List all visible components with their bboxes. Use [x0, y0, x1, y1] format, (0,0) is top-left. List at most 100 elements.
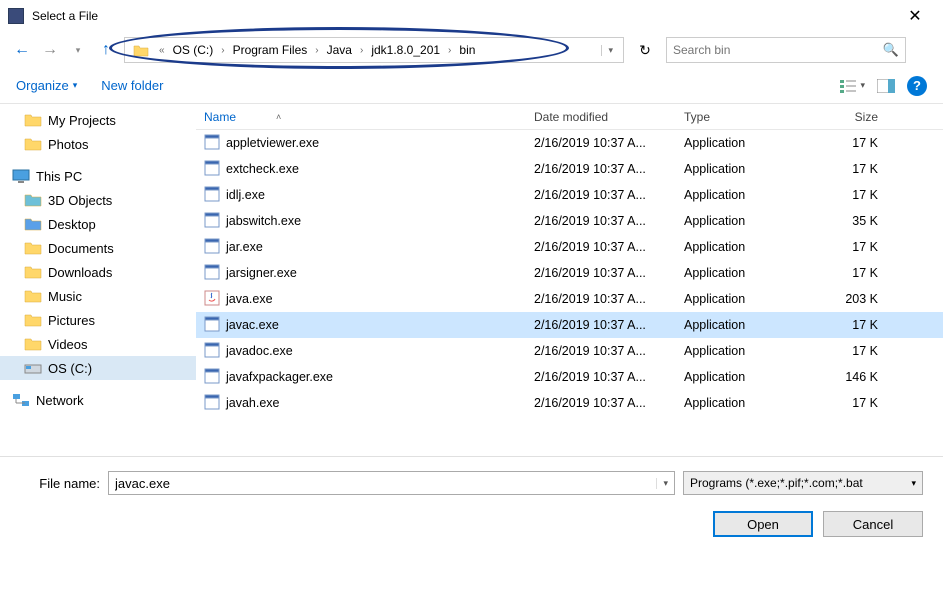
sidebar-item[interactable]: My Projects: [0, 108, 196, 132]
sidebar[interactable]: My Projects Photos This PC 3D Objects Deskto…: [0, 104, 196, 456]
sidebar-item[interactable]: Desktop: [0, 212, 196, 236]
file-date: 2/16/2019 10:37 A...: [526, 292, 676, 306]
file-row[interactable]: javah.exe 2/16/2019 10:37 A... Applicati…: [196, 390, 943, 416]
file-row[interactable]: jabswitch.exe 2/16/2019 10:37 A... Appli…: [196, 208, 943, 234]
view-options-button[interactable]: ▾: [840, 79, 865, 93]
file-date: 2/16/2019 10:37 A...: [526, 214, 676, 228]
titlebar: Select a File ✕: [0, 0, 943, 32]
address-dropdown[interactable]: ▾: [601, 45, 619, 56]
sidebar-item[interactable]: Photos: [0, 132, 196, 156]
file-row[interactable]: javac.exe 2/16/2019 10:37 A... Applicati…: [196, 312, 943, 338]
file-date: 2/16/2019 10:37 A...: [526, 240, 676, 254]
file-type: Application: [676, 188, 816, 202]
sidebar-item-label: Desktop: [48, 217, 96, 232]
window-title: Select a File: [32, 9, 895, 23]
app-icon: [8, 8, 24, 24]
file-icon: [204, 264, 220, 283]
sidebar-network[interactable]: Network: [0, 388, 196, 412]
file-row[interactable]: java.exe 2/16/2019 10:37 A... Applicatio…: [196, 286, 943, 312]
file-name: idlj.exe: [226, 188, 265, 202]
sidebar-item[interactable]: Downloads: [0, 260, 196, 284]
sidebar-item[interactable]: Videos: [0, 332, 196, 356]
file-date: 2/16/2019 10:37 A...: [526, 188, 676, 202]
breadcrumb-item[interactable]: jdk1.8.0_201: [369, 43, 442, 57]
search-box[interactable]: 🔍: [666, 37, 906, 63]
breadcrumb-item[interactable]: Program Files: [231, 43, 310, 57]
file-type: Application: [676, 214, 816, 228]
chevron-right-icon: ›: [215, 45, 230, 56]
filename-label: File name:: [20, 476, 100, 491]
column-name[interactable]: Name˄: [196, 110, 526, 124]
file-name: java.exe: [226, 292, 273, 306]
sidebar-item[interactable]: OS (C:): [0, 356, 196, 380]
search-icon: 🔍: [883, 42, 899, 58]
open-button[interactable]: Open: [713, 511, 813, 537]
file-icon: [204, 160, 220, 179]
file-date: 2/16/2019 10:37 A...: [526, 370, 676, 384]
file-size: 17 K: [816, 136, 886, 150]
file-type: Application: [676, 292, 816, 306]
refresh-button[interactable]: ↻: [632, 37, 658, 63]
file-row[interactable]: javadoc.exe 2/16/2019 10:37 A... Applica…: [196, 338, 943, 364]
help-button[interactable]: ?: [907, 76, 927, 96]
close-button[interactable]: ✕: [895, 6, 935, 26]
new-folder-button[interactable]: New folder: [101, 78, 163, 93]
file-icon: [204, 342, 220, 361]
cancel-button[interactable]: Cancel: [823, 511, 923, 537]
column-size[interactable]: Size: [816, 110, 886, 124]
back-button[interactable]: ←: [12, 40, 32, 60]
sidebar-item[interactable]: Music: [0, 284, 196, 308]
file-row[interactable]: idlj.exe 2/16/2019 10:37 A... Applicatio…: [196, 182, 943, 208]
column-date[interactable]: Date modified: [526, 110, 676, 124]
up-button[interactable]: ↑: [96, 40, 116, 60]
file-row[interactable]: jarsigner.exe 2/16/2019 10:37 A... Appli…: [196, 260, 943, 286]
file-row[interactable]: extcheck.exe 2/16/2019 10:37 A... Applic…: [196, 156, 943, 182]
breadcrumb-item[interactable]: Java: [325, 43, 354, 57]
address-bar[interactable]: « OS (C:) › Program Files › Java › jdk1.…: [124, 37, 624, 63]
search-input[interactable]: [673, 43, 883, 57]
file-row[interactable]: javafxpackager.exe 2/16/2019 10:37 A... …: [196, 364, 943, 390]
sidebar-item[interactable]: Documents: [0, 236, 196, 260]
sidebar-this-pc[interactable]: This PC: [0, 164, 196, 188]
file-icon: [204, 394, 220, 413]
file-row[interactable]: appletviewer.exe 2/16/2019 10:37 A... Ap…: [196, 130, 943, 156]
sidebar-item-label: Videos: [48, 337, 88, 352]
sidebar-item-label: OS (C:): [48, 361, 92, 376]
sidebar-item-label: Pictures: [48, 313, 95, 328]
organize-button[interactable]: Organize ▾: [16, 78, 77, 93]
file-size: 146 K: [816, 370, 886, 384]
file-row[interactable]: jar.exe 2/16/2019 10:37 A... Application…: [196, 234, 943, 260]
forward-button[interactable]: →: [40, 40, 60, 60]
file-name: javadoc.exe: [226, 344, 293, 358]
history-dropdown[interactable]: ▾: [68, 40, 88, 60]
list-view-icon: [840, 79, 858, 93]
breadcrumb-item[interactable]: bin: [457, 43, 477, 57]
sidebar-item-label: Photos: [48, 137, 88, 152]
preview-icon: [877, 79, 895, 93]
preview-pane-button[interactable]: [877, 79, 895, 93]
sidebar-item[interactable]: Pictures: [0, 308, 196, 332]
file-date: 2/16/2019 10:37 A...: [526, 266, 676, 280]
filename-combobox[interactable]: ▾: [108, 471, 675, 495]
file-name: jabswitch.exe: [226, 214, 301, 228]
file-icon: [204, 368, 220, 387]
file-type-filter[interactable]: Programs (*.exe;*.pif;*.com;*.bat ▾: [683, 471, 923, 495]
chevron-right-icon: ›: [309, 45, 324, 56]
chevron-down-icon: ▾: [911, 478, 916, 489]
file-size: 17 K: [816, 162, 886, 176]
file-rows[interactable]: appletviewer.exe 2/16/2019 10:37 A... Ap…: [196, 130, 943, 456]
file-type: Application: [676, 318, 816, 332]
chevron-right-icon: ›: [354, 45, 369, 56]
filename-input[interactable]: [115, 476, 656, 491]
file-type: Application: [676, 396, 816, 410]
file-list: Name˄ Date modified Type Size appletview…: [196, 104, 943, 456]
file-size: 17 K: [816, 188, 886, 202]
file-icon: [204, 134, 220, 153]
chevron-down-icon[interactable]: ▾: [656, 478, 668, 489]
file-type: Application: [676, 344, 816, 358]
sidebar-item-label: 3D Objects: [48, 193, 112, 208]
breadcrumb-item[interactable]: OS (C:): [171, 43, 216, 57]
chevron-down-icon: ▾: [860, 80, 865, 91]
sidebar-item[interactable]: 3D Objects: [0, 188, 196, 212]
column-type[interactable]: Type: [676, 110, 816, 124]
